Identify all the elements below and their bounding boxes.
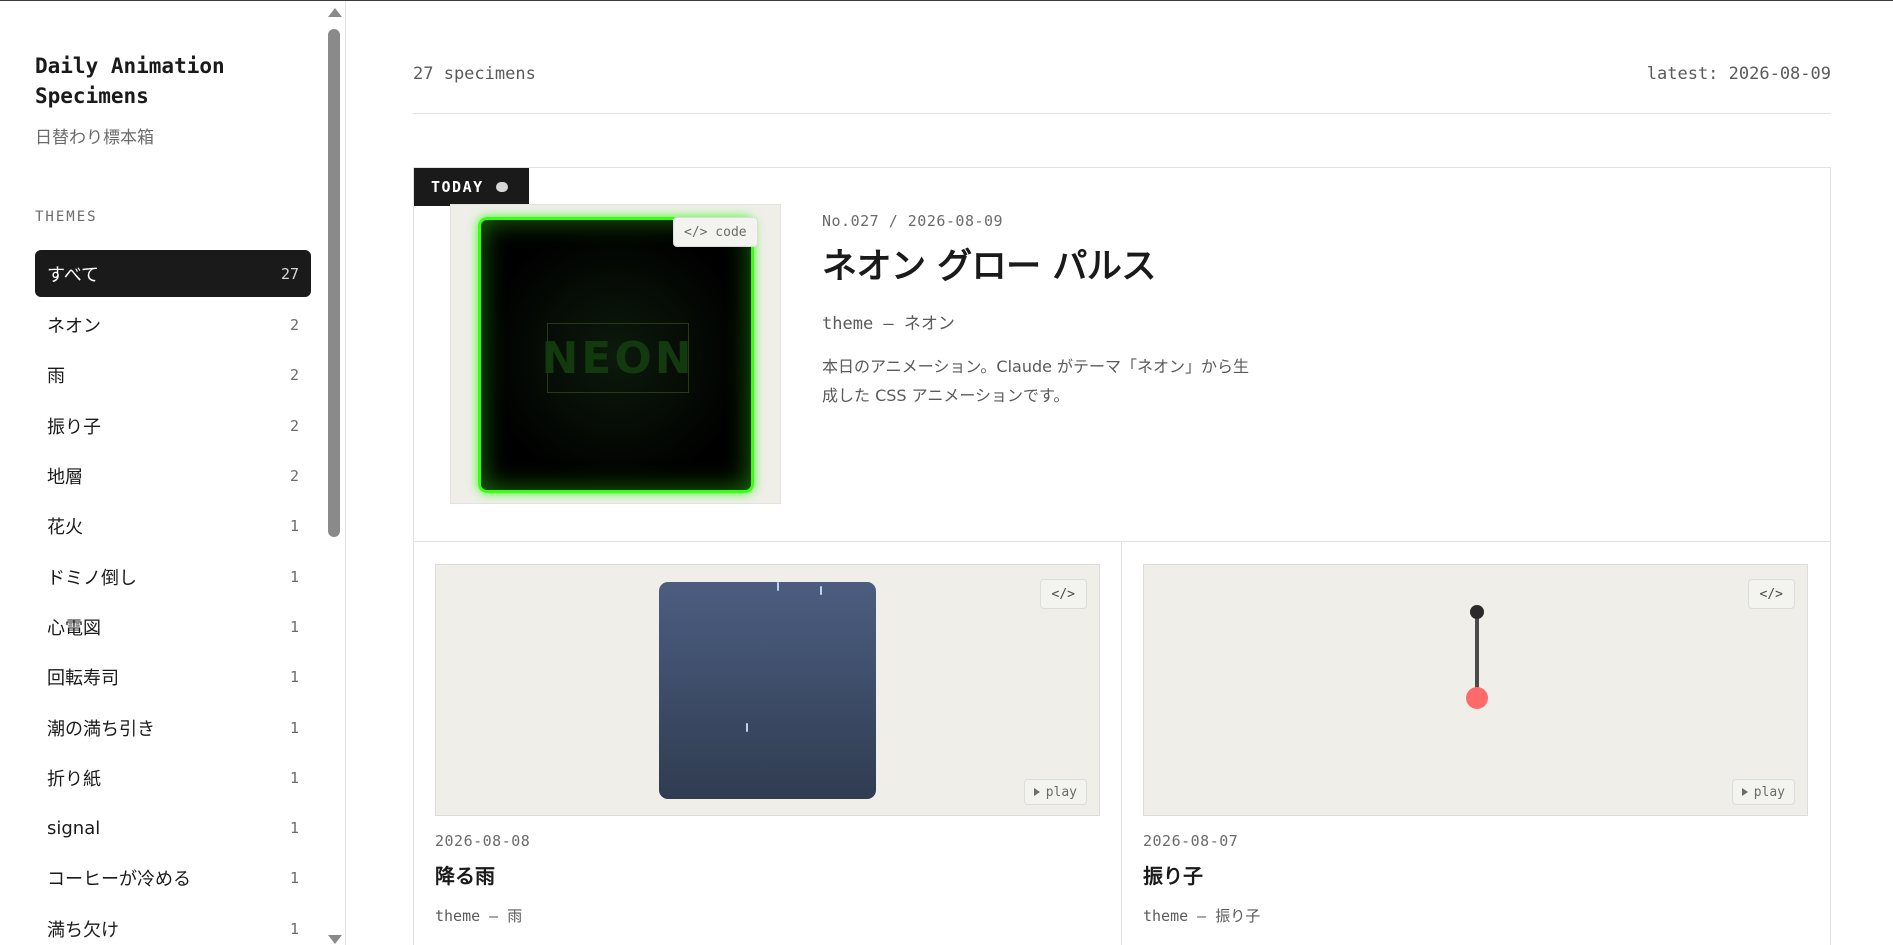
- today-badge-label: TODAY: [431, 178, 484, 196]
- today-title: ネオン グロー パルス: [822, 247, 1156, 287]
- site-subtitle: 日替わり標本箱: [35, 128, 154, 148]
- theme-label: すべて: [47, 264, 100, 286]
- theme-label: 心電図: [47, 617, 101, 639]
- theme-label: signal: [47, 817, 101, 839]
- themes-heading: THEMES: [35, 209, 98, 225]
- theme-label: 花火: [47, 517, 83, 539]
- theme-count: 2: [289, 467, 299, 486]
- card-theme: theme — 振り子: [1143, 907, 1261, 925]
- theme-count: 1: [289, 668, 299, 687]
- pendulum-rod: [1475, 611, 1479, 698]
- card-preview[interactable]: </> play: [435, 564, 1100, 816]
- theme-item-all[interactable]: すべて 27: [35, 250, 311, 297]
- scroll-thumb[interactable]: [328, 29, 340, 537]
- latest-date: latest: 2026-08-09: [1646, 64, 1831, 84]
- pendulum-pivot: [1470, 605, 1484, 619]
- theme-count: 2: [289, 316, 299, 335]
- theme-item-domino[interactable]: ドミノ倒し 1: [35, 551, 311, 601]
- theme-item-coffee[interactable]: コーヒーが冷める 1: [35, 853, 311, 903]
- theme-count: 2: [289, 366, 299, 385]
- theme-count: 1: [289, 819, 299, 838]
- theme-label: 振り子: [47, 416, 101, 438]
- today-date: No.027 / 2026-08-09: [822, 212, 1004, 230]
- theme-label: 地層: [47, 467, 83, 489]
- theme-label: 潮の満ち引き: [47, 718, 155, 740]
- theme-item-fireworks[interactable]: 花火 1: [35, 501, 311, 551]
- play-icon: [1033, 788, 1040, 796]
- specimen-count: 27 specimens: [413, 64, 536, 84]
- theme-list: すべて 27 ネオン 2 雨 2 振り子 2 地層 2 花火 1 ドミノ倒し 1…: [35, 250, 311, 945]
- theme-count: 1: [289, 869, 299, 888]
- theme-item-neon[interactable]: ネオン 2: [35, 300, 311, 350]
- view-code-button[interactable]: </>: [1747, 579, 1795, 609]
- theme-item-moon-phase[interactable]: 満ち欠け 1: [35, 904, 311, 945]
- theme-label: 雨: [47, 366, 65, 388]
- chevron-up-icon[interactable]: [328, 8, 342, 17]
- main-content: 27 specimens latest: 2026-08-09 TODAY NE…: [413, 1, 1831, 945]
- sidebar: Daily Animation Specimens 日替わり標本箱 THEMES…: [0, 1, 346, 945]
- specimen-grid: TODAY NEON </> code No.027 / 2026-08-09 …: [413, 167, 1831, 945]
- raindrop: [820, 586, 822, 595]
- theme-count: 27: [280, 264, 299, 283]
- neon-animation: NEON: [478, 217, 754, 493]
- meta-bar: 27 specimens latest: 2026-08-09: [413, 64, 1831, 114]
- theme-item-strata[interactable]: 地層 2: [35, 451, 311, 501]
- raindrop: [777, 582, 779, 591]
- theme-item-tide[interactable]: 潮の満ち引き 1: [35, 702, 311, 752]
- today-theme: theme — ネオン: [822, 314, 955, 334]
- theme-item-pendulum[interactable]: 振り子 2: [35, 401, 311, 451]
- theme-item-ecg[interactable]: 心電図 1: [35, 602, 311, 652]
- card-date: 2026-08-08: [435, 832, 531, 850]
- theme-count: 1: [289, 567, 299, 586]
- column-divider: [1121, 541, 1122, 945]
- chevron-down-icon[interactable]: [328, 935, 342, 944]
- theme-label: 満ち欠け: [47, 919, 119, 941]
- dot-icon: [495, 182, 508, 192]
- today-info: No.027 / 2026-08-09 ネオン グロー パルス theme — …: [822, 212, 1262, 410]
- theme-item-rain[interactable]: 雨 2: [35, 350, 311, 400]
- theme-label: ドミノ倒し: [47, 567, 137, 589]
- today-preview[interactable]: NEON </> code: [450, 204, 781, 504]
- theme-label: ネオン: [47, 316, 101, 338]
- theme-item-sushi[interactable]: 回転寿司 1: [35, 652, 311, 702]
- neon-sign-text: NEON: [541, 323, 692, 393]
- card-theme: theme — 雨: [435, 907, 523, 925]
- sidebar-scrollbar[interactable]: [326, 2, 342, 945]
- row-divider: [414, 541, 1830, 542]
- today-badge: TODAY: [414, 168, 529, 206]
- site-title: Daily Animation Specimens: [35, 54, 225, 108]
- play-label: play: [1045, 784, 1077, 800]
- specimen-card[interactable]: </> play 2026-08-07 振り子 theme — 振り子: [1143, 564, 1808, 926]
- play-button[interactable]: play: [1731, 779, 1795, 805]
- card-title: 振り子: [1143, 864, 1203, 888]
- theme-count: 1: [289, 919, 299, 938]
- theme-item-origami[interactable]: 折り紙 1: [35, 753, 311, 803]
- card-title: 降る雨: [435, 864, 495, 888]
- theme-label: 折り紙: [47, 768, 101, 790]
- theme-label: コーヒーが冷める: [47, 869, 191, 891]
- theme-count: 1: [289, 617, 299, 636]
- card-preview[interactable]: </> play: [1143, 564, 1808, 816]
- theme-count: 1: [289, 768, 299, 787]
- theme-count: 1: [289, 718, 299, 737]
- theme-item-signal[interactable]: signal 1: [35, 803, 311, 853]
- card-date: 2026-08-07: [1143, 832, 1239, 850]
- view-code-button[interactable]: </>: [1039, 579, 1087, 609]
- pendulum-bob: [1466, 687, 1488, 709]
- raindrop: [746, 723, 748, 732]
- play-icon: [1741, 788, 1748, 796]
- view-code-button[interactable]: </> code: [673, 217, 758, 247]
- play-label: play: [1753, 784, 1785, 800]
- theme-count: 2: [289, 416, 299, 435]
- today-description: 本日のアニメーション。Claude がテーマ「ネオン」から生成した CSS アニ…: [822, 357, 1250, 405]
- theme-label: 回転寿司: [47, 668, 119, 690]
- specimen-card[interactable]: </> play 2026-08-08 降る雨 theme — 雨: [435, 564, 1100, 926]
- theme-count: 1: [289, 517, 299, 536]
- rain-animation: [659, 582, 876, 799]
- play-button[interactable]: play: [1023, 779, 1087, 805]
